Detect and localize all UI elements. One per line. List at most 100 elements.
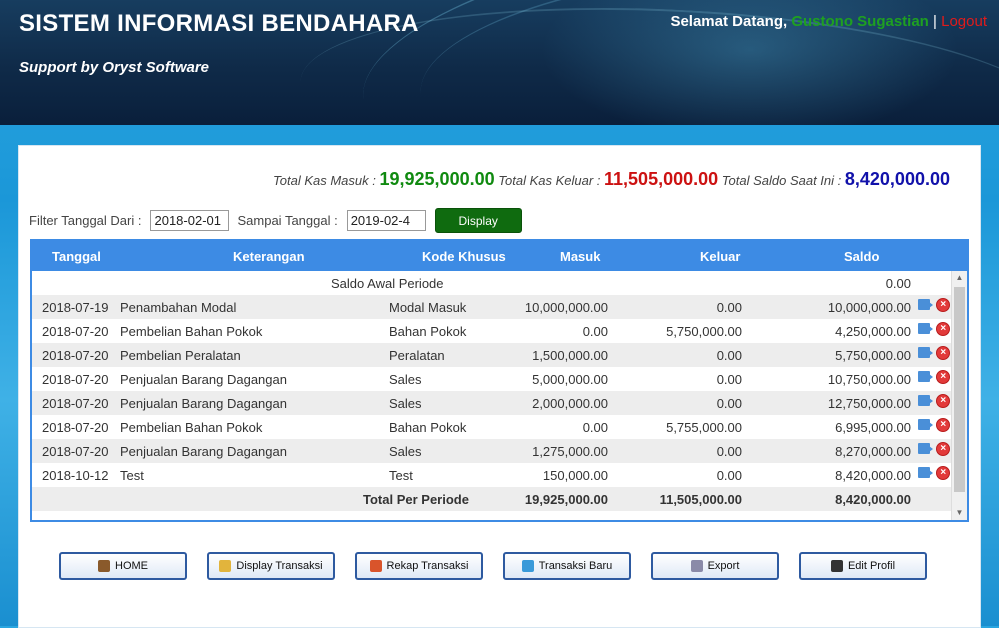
cell-keterangan: Pembelian Bahan Pokok	[120, 324, 263, 339]
edit-icon[interactable]	[918, 419, 933, 430]
cell-keluar: 0.00	[716, 396, 742, 411]
col-tanggal: Tanggal	[52, 249, 101, 264]
cell-keluar: 0.00	[716, 468, 742, 483]
edit-icon[interactable]	[918, 323, 933, 334]
delete-icon[interactable]: ×	[936, 466, 950, 480]
table-body: Saldo Awal Periode 0.00 2018-07-19 Penam…	[32, 271, 952, 520]
cell-masuk: 5,000,000.00	[532, 372, 608, 387]
totals-summary: Total Kas Masuk : 19,925,000.00 Total Ka…	[273, 169, 950, 190]
edit-icon[interactable]	[918, 443, 933, 454]
edit-icon[interactable]	[918, 467, 933, 478]
opening-balance-row: Saldo Awal Periode 0.00	[32, 271, 952, 295]
date-filter: Filter Tanggal Dari : Sampai Tanggal : D…	[29, 208, 522, 233]
export-label: Export	[707, 560, 740, 572]
cell-kode: Peralatan	[389, 348, 445, 363]
cell-keluar: 0.00	[716, 372, 742, 387]
rekap-transaksi-button[interactable]: Rekap Transaksi	[355, 552, 483, 580]
cell-masuk: 0.00	[582, 420, 608, 435]
cell-keterangan: Pembelian Bahan Pokok	[120, 420, 263, 435]
table-row: 2018-10-12 Test Test 150,000.00 0.00 8,4…	[32, 463, 952, 487]
cell-keterangan: Penjualan Barang Dagangan	[120, 372, 287, 387]
welcome-bar: Selamat Datang, Gustono Sugastian | Logo…	[670, 13, 987, 30]
app-title: SISTEM INFORMASI BENDAHARA	[19, 10, 419, 37]
table-row: 2018-07-19 Penambahan Modal Modal Masuk …	[32, 295, 952, 319]
total-row: Total Per Periode 19,925,000.00 11,505,0…	[32, 487, 952, 511]
delete-icon[interactable]: ×	[936, 442, 950, 456]
saldo-label: Total Saldo Saat Ini :	[721, 173, 842, 188]
cell-keterangan: Test	[120, 468, 144, 483]
cell-masuk: 1,275,000.00	[532, 444, 608, 459]
cell-saldo: 10,000,000.00	[827, 300, 911, 315]
kas-masuk-value: 19,925,000.00	[379, 169, 495, 189]
cell-keterangan: Penambahan Modal	[120, 300, 237, 315]
opening-label: Saldo Awal Periode	[331, 276, 444, 291]
scroll-down-icon[interactable]: ▼	[952, 506, 967, 520]
saldo-value: 8,420,000.00	[844, 169, 950, 189]
kas-masuk-label: Total Kas Masuk :	[273, 173, 376, 188]
cell-kode: Bahan Pokok	[389, 324, 467, 339]
kas-keluar-label: Total Kas Keluar :	[498, 173, 601, 188]
home-button[interactable]: HOME	[59, 552, 187, 580]
total-masuk: 19,925,000.00	[524, 492, 608, 507]
display-button[interactable]: Display	[434, 208, 522, 233]
user-icon	[830, 560, 843, 572]
cell-kode: Sales	[389, 372, 422, 387]
col-keluar: Keluar	[700, 249, 741, 264]
transaksi-baru-button[interactable]: Transaksi Baru	[503, 552, 631, 580]
date-to-input[interactable]	[346, 210, 426, 231]
delete-icon[interactable]: ×	[936, 322, 950, 336]
delete-icon[interactable]: ×	[936, 394, 950, 408]
transaction-table: Tanggal Keterangan Kode Khusus Masuk Kel…	[30, 239, 969, 522]
filter-from-label: Filter Tanggal Dari :	[29, 213, 142, 228]
cell-tanggal: 2018-07-20	[42, 444, 109, 459]
date-from-input[interactable]	[150, 210, 230, 231]
cell-keluar: 0.00	[716, 300, 742, 315]
home-label: HOME	[115, 560, 148, 572]
total-keluar: 11,505,000.00	[659, 492, 742, 507]
cell-saldo: 6,995,000.00	[835, 420, 911, 435]
cell-keterangan: Penjualan Barang Dagangan	[120, 444, 287, 459]
table-row: 2018-07-20 Pembelian Peralatan Peralatan…	[32, 343, 952, 367]
cell-masuk: 2,000,000.00	[532, 396, 608, 411]
edit-icon[interactable]	[918, 347, 933, 358]
scroll-thumb[interactable]	[954, 287, 965, 492]
delete-icon[interactable]: ×	[936, 418, 950, 432]
col-kode-khusus: Kode Khusus	[422, 249, 506, 264]
col-saldo: Saldo	[844, 249, 880, 264]
separator: |	[933, 13, 937, 30]
cell-tanggal: 2018-07-20	[42, 324, 109, 339]
display-transaksi-button[interactable]: Display Transaksi	[207, 552, 335, 580]
delete-icon[interactable]: ×	[936, 346, 950, 360]
delete-icon[interactable]: ×	[936, 298, 950, 312]
transaksi-baru-label: Transaksi Baru	[538, 560, 613, 572]
cell-keluar: 0.00	[716, 444, 742, 459]
edit-icon[interactable]	[918, 371, 933, 382]
table-row: 2018-07-20 Pembelian Bahan Pokok Bahan P…	[32, 319, 952, 343]
col-keterangan: Keterangan	[233, 249, 305, 264]
kas-keluar-value: 11,505,000.00	[604, 169, 719, 189]
opening-saldo: 0.00	[885, 276, 911, 291]
edit-profil-button[interactable]: Edit Profil	[799, 552, 927, 580]
delete-icon[interactable]: ×	[936, 370, 950, 384]
cell-tanggal: 2018-07-20	[42, 420, 109, 435]
scroll-up-icon[interactable]: ▲	[952, 271, 967, 285]
export-button[interactable]: Export	[651, 552, 779, 580]
table-row: 2018-07-20 Penjualan Barang Dagangan Sal…	[32, 391, 952, 415]
logout-link[interactable]: Logout	[941, 13, 987, 30]
cell-masuk: 1,500,000.00	[532, 348, 608, 363]
cell-keluar: 0.00	[716, 348, 742, 363]
edit-icon[interactable]	[918, 299, 933, 310]
cell-kode: Test	[389, 468, 413, 483]
export-icon	[690, 560, 703, 572]
table-scrollbar[interactable]: ▲ ▼	[951, 271, 967, 520]
table-row: 2018-07-20 Penjualan Barang Dagangan Sal…	[32, 367, 952, 391]
app-subtitle: Support by Oryst Software	[19, 59, 210, 76]
cell-kode: Bahan Pokok	[389, 420, 467, 435]
edit-icon[interactable]	[918, 395, 933, 406]
edit-profil-label: Edit Profil	[847, 560, 896, 572]
cell-saldo: 8,270,000.00	[835, 444, 911, 459]
cell-tanggal: 2018-07-20	[42, 372, 109, 387]
cell-keterangan: Pembelian Peralatan	[120, 348, 241, 363]
cell-saldo: 10,750,000.00	[827, 372, 911, 387]
cell-tanggal: 2018-07-20	[42, 348, 109, 363]
